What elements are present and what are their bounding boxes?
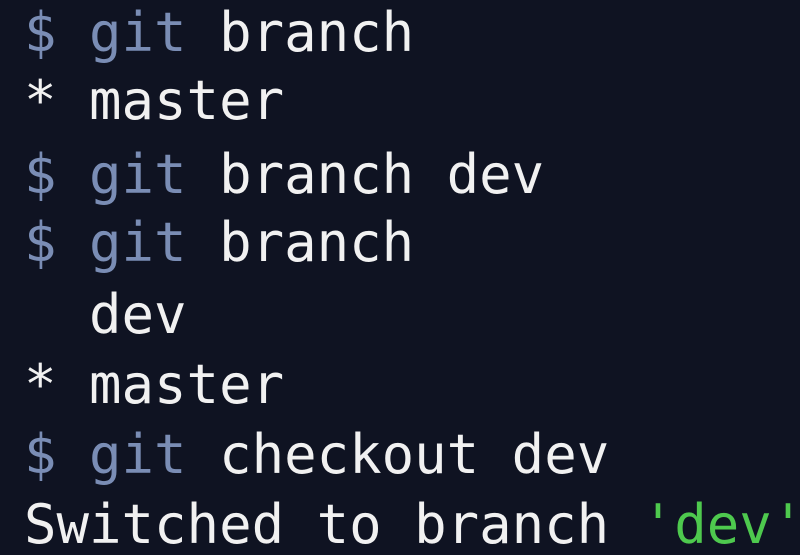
prompt-symbol: $	[24, 423, 90, 486]
prompt-symbol: $	[24, 211, 90, 274]
output-line: dev	[24, 283, 187, 346]
command-program: git	[89, 211, 187, 274]
command-line: $ git checkout dev	[24, 422, 609, 488]
command-program: git	[89, 1, 187, 64]
command-line: $ git branch	[24, 210, 414, 276]
command-args: branch	[186, 211, 415, 274]
output-text: Switched to branch	[24, 493, 642, 555]
output-line: Switched to branch 'dev'	[24, 492, 800, 555]
command-program: git	[89, 423, 187, 486]
command-args: checkout dev	[186, 423, 610, 486]
terminal-window[interactable]: $ git branch * master $ git branch dev $…	[0, 0, 800, 555]
prompt-symbol: $	[24, 1, 90, 64]
command-line: $ git branch	[24, 0, 414, 66]
command-args: branch	[186, 1, 415, 64]
output-line: * master	[24, 353, 285, 416]
prompt-symbol: $	[24, 143, 90, 206]
output-line: * master	[24, 69, 285, 132]
command-args: branch dev	[186, 143, 545, 206]
command-program: git	[89, 143, 187, 206]
command-line: $ git branch dev	[24, 142, 544, 208]
branch-name-string: 'dev'	[641, 493, 800, 555]
